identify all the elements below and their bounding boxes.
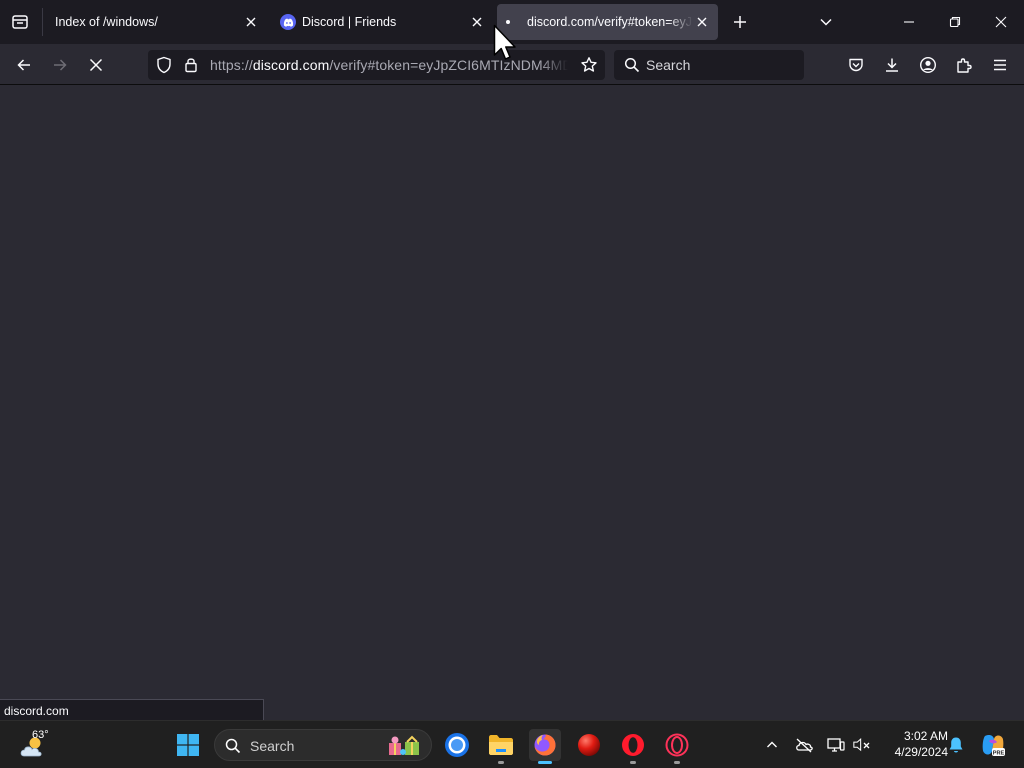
search-bar[interactable]: Search	[614, 50, 804, 80]
close-icon	[995, 16, 1007, 28]
taskbar-search-placeholder: Search	[250, 738, 295, 754]
url-bar[interactable]: https://discord.com/verify#token=eyJpZCI…	[148, 50, 605, 80]
url-scheme: https://	[210, 57, 253, 73]
search-icon	[225, 738, 241, 754]
app-menu-button[interactable]	[985, 50, 1015, 80]
extensions-button[interactable]	[949, 50, 979, 80]
tab-label: Discord | Friends	[302, 15, 397, 29]
tab-discord-verify[interactable]: discord.com/verify#token=eyJpZCI6MTIzNDM…	[497, 4, 718, 40]
restore-button[interactable]	[940, 7, 970, 37]
close-window-button[interactable]	[986, 7, 1016, 37]
plus-icon	[734, 16, 746, 28]
stop-loading-icon	[89, 58, 103, 72]
mouse-cursor-icon	[493, 24, 516, 60]
url-host: discord.com	[252, 57, 330, 73]
running-indicator	[498, 761, 504, 764]
hamburger-menu-icon	[994, 59, 1006, 71]
bell-icon	[949, 737, 963, 753]
taskbar-search-box[interactable]: Search	[214, 729, 432, 761]
onedrive-tray-icon[interactable]	[794, 735, 814, 755]
copilot-pre-icon: PRE	[982, 735, 1005, 756]
tab-close-button[interactable]	[694, 14, 710, 30]
active-indicator	[538, 761, 552, 764]
search-highlight-gifts-icon	[387, 734, 423, 758]
taskbar-opera-gx-button[interactable]	[661, 729, 693, 764]
back-button[interactable]	[9, 50, 39, 80]
pocket-icon	[849, 58, 863, 72]
monitor-phone-icon	[827, 738, 845, 752]
puzzle-icon	[957, 58, 972, 73]
taskbar-firefox-button[interactable]	[529, 729, 561, 764]
opera-gx-icon	[665, 733, 689, 757]
running-indicator	[630, 761, 636, 764]
downloads-button[interactable]	[877, 50, 907, 80]
show-hidden-icons-button[interactable]	[762, 735, 782, 755]
arrow-left-icon	[17, 59, 30, 71]
notifications-button[interactable]	[946, 735, 966, 755]
tab-separator	[42, 8, 43, 36]
running-indicator	[674, 761, 680, 764]
taskbar-red-ball-app-button[interactable]	[573, 729, 605, 761]
svg-text:PRE: PRE	[993, 750, 1005, 756]
bookmark-star-icon[interactable]	[580, 56, 598, 74]
account-button[interactable]	[913, 50, 943, 80]
search-icon	[624, 57, 640, 73]
minimize-button[interactable]	[894, 7, 924, 37]
copilot-button[interactable]: PRE	[980, 732, 1006, 758]
taskbar-opera-button[interactable]	[617, 729, 649, 764]
network-disconnected-icon	[853, 738, 870, 752]
search-placeholder: Search	[646, 57, 691, 73]
firefox-view-button[interactable]	[5, 7, 35, 37]
minimize-icon	[904, 21, 914, 23]
clock-date: 4/29/2024	[894, 745, 948, 759]
close-icon	[246, 17, 256, 27]
forward-button[interactable]	[45, 50, 75, 80]
taskbar-clock[interactable]: 3:02 AM 4/29/2024	[878, 728, 948, 760]
red-orb-app-icon	[578, 734, 600, 756]
windows-logo-icon	[177, 734, 199, 756]
stop-button[interactable]	[81, 50, 111, 80]
taskbar-chrome-button[interactable]	[441, 729, 473, 761]
display-tray-icon[interactable]	[826, 735, 846, 755]
arrow-right-icon	[54, 59, 67, 71]
restore-icon	[949, 16, 961, 28]
tab-index-windows[interactable]: Index of /windows/	[44, 4, 266, 40]
taskbar-file-explorer-button[interactable]	[485, 729, 517, 764]
start-button[interactable]	[172, 729, 204, 761]
page-content	[0, 85, 1024, 720]
tracking-protection-shield-icon[interactable]	[156, 56, 172, 74]
discord-favicon-icon	[280, 14, 296, 30]
tab-label: discord.com/verify#token=eyJpZCI6MTIzNDM…	[527, 15, 693, 29]
pocket-button[interactable]	[841, 50, 871, 80]
list-all-tabs-button[interactable]	[811, 7, 841, 37]
new-tab-button[interactable]	[725, 7, 755, 37]
network-volume-tray-icon[interactable]	[852, 735, 872, 755]
opera-icon	[622, 734, 644, 756]
tab-discord-friends[interactable]: Discord | Friends	[270, 4, 492, 40]
folder-icon	[489, 735, 513, 755]
tab-close-button[interactable]	[469, 14, 485, 30]
download-icon	[886, 58, 898, 72]
close-icon	[697, 17, 707, 27]
weather-temperature: 63°	[32, 729, 49, 741]
url-path: /verify#token=eyJpZCI6MTIzNDM4MDk	[329, 57, 568, 73]
chevron-up-icon	[767, 741, 777, 748]
status-panel: discord.com	[0, 699, 264, 721]
weather-widget[interactable]: 63°	[16, 729, 60, 761]
chrome-icon	[445, 733, 469, 757]
cloud-offline-icon	[796, 738, 813, 753]
chevron-down-icon	[820, 18, 832, 26]
tab-close-button[interactable]	[243, 14, 259, 30]
close-icon	[472, 17, 482, 27]
lock-icon[interactable]	[184, 56, 198, 73]
firefox-view-icon	[12, 15, 28, 29]
windows-taskbar: 63° Search 3:02 AM 4/29/2024 PRE	[0, 720, 1024, 768]
firefox-icon	[534, 734, 556, 756]
clock-time: 3:02 AM	[903, 729, 948, 743]
tab-label: Index of /windows/	[55, 15, 158, 29]
account-icon	[919, 56, 937, 74]
